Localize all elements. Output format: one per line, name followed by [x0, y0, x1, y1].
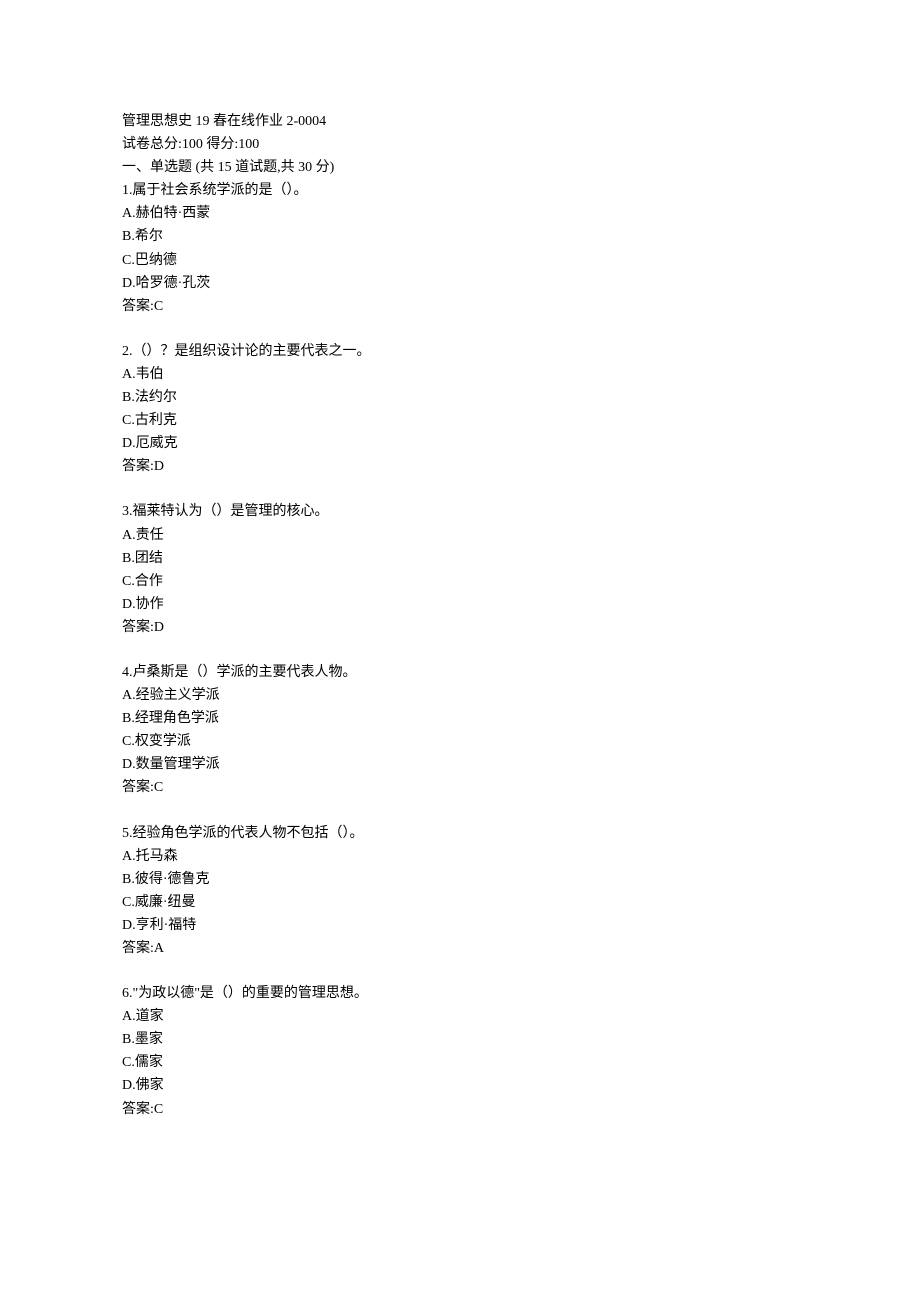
question-stem: 2.（）？是组织设计论的主要代表之一。	[122, 340, 798, 363]
question-option: A.托马森	[122, 845, 798, 868]
question-option: A.道家	[122, 1005, 798, 1028]
question-option: D.厄威克	[122, 432, 798, 455]
question-option: C.合作	[122, 570, 798, 593]
question-option: B.团结	[122, 547, 798, 570]
question-answer: 答案:A	[122, 937, 798, 960]
question-option: C.威廉·纽曼	[122, 891, 798, 914]
question-option: D.亨利·福特	[122, 914, 798, 937]
question-block: 4.卢桑斯是（）学派的主要代表人物。 A.经验主义学派 B.经理角色学派 C.权…	[122, 661, 798, 800]
question-option: C.儒家	[122, 1051, 798, 1074]
question-stem: 4.卢桑斯是（）学派的主要代表人物。	[122, 661, 798, 684]
question-block: 5.经验角色学派的代表人物不包括（）。 A.托马森 B.彼得·德鲁克 C.威廉·…	[122, 822, 798, 961]
question-stem: 3.福莱特认为（）是管理的核心。	[122, 500, 798, 523]
question-option: A.经验主义学派	[122, 684, 798, 707]
question-option: D.数量管理学派	[122, 753, 798, 776]
question-answer: 答案:C	[122, 776, 798, 799]
document-title: 管理思想史 19 春在线作业 2-0004	[122, 110, 798, 133]
question-option: B.彼得·德鲁克	[122, 868, 798, 891]
question-option: D.协作	[122, 593, 798, 616]
document-header: 管理思想史 19 春在线作业 2-0004 试卷总分:100 得分:100 一、…	[122, 110, 798, 318]
question-answer: 答案:C	[122, 1098, 798, 1121]
question-block: 2.（）？是组织设计论的主要代表之一。 A.韦伯 B.法约尔 C.古利克 D.厄…	[122, 340, 798, 479]
section-intro: 一、单选题 (共 15 道试题,共 30 分)	[122, 156, 798, 179]
question-option: A.责任	[122, 524, 798, 547]
question-option: C.巴纳德	[122, 249, 798, 272]
question-option: C.权变学派	[122, 730, 798, 753]
question-option: B.经理角色学派	[122, 707, 798, 730]
question-answer: 答案:C	[122, 295, 798, 318]
question-block: 3.福莱特认为（）是管理的核心。 A.责任 B.团结 C.合作 D.协作 答案:…	[122, 500, 798, 639]
question-stem: 6."为政以德"是（）的重要的管理思想。	[122, 982, 798, 1005]
question-answer: 答案:D	[122, 455, 798, 478]
question-option: A.赫伯特·西蒙	[122, 202, 798, 225]
question-answer: 答案:D	[122, 616, 798, 639]
question-option: B.墨家	[122, 1028, 798, 1051]
question-option: B.希尔	[122, 225, 798, 248]
question-stem: 1.属于社会系统学派的是（）。	[122, 179, 798, 202]
question-block: 6."为政以德"是（）的重要的管理思想。 A.道家 B.墨家 C.儒家 D.佛家…	[122, 982, 798, 1121]
question-option: A.韦伯	[122, 363, 798, 386]
score-line: 试卷总分:100 得分:100	[122, 133, 798, 156]
question-stem: 5.经验角色学派的代表人物不包括（）。	[122, 822, 798, 845]
question-option: D.哈罗德·孔茨	[122, 272, 798, 295]
question-option: B.法约尔	[122, 386, 798, 409]
question-option: D.佛家	[122, 1074, 798, 1097]
question-option: C.古利克	[122, 409, 798, 432]
